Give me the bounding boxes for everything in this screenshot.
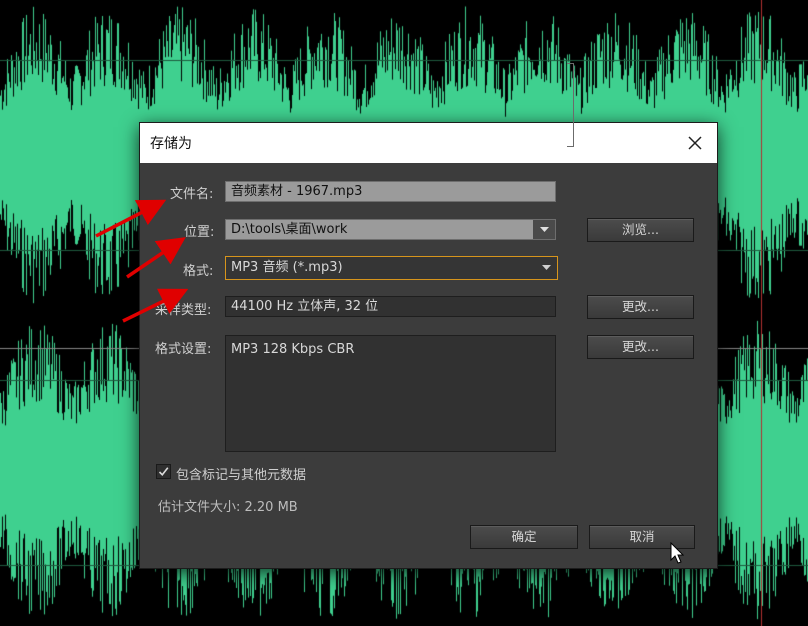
filename-label: 文件名:: [170, 187, 214, 202]
chevron-down-icon: [535, 257, 557, 279]
format-value: MP3 音频 (*.mp3): [231, 260, 343, 275]
format-settings-label: 格式设置:: [155, 342, 212, 357]
include-markers-checkbox[interactable]: [156, 464, 171, 479]
format-dropdown[interactable]: MP3 音频 (*.mp3): [225, 256, 558, 280]
field-group-bracket: [567, 63, 574, 147]
format-settings-value: MP3 128 Kbps CBR: [231, 342, 355, 357]
close-icon: [688, 136, 702, 150]
change-format-settings-button[interactable]: 更改...: [587, 335, 694, 359]
mouse-cursor-icon: [670, 542, 685, 564]
filename-input[interactable]: 音频素材 - 1967.mp3: [225, 181, 556, 202]
sample-type-label: 采样类型:: [155, 303, 212, 318]
dialog-titlebar: 存储为: [140, 123, 717, 163]
sample-type-value: 44100 Hz 立体声, 32 位: [225, 296, 556, 317]
checkmark-icon: [158, 467, 169, 477]
location-value: D:\tools\桌面\work: [231, 222, 348, 237]
format-label: 格式:: [183, 264, 214, 279]
format-settings-box: MP3 128 Kbps CBR: [225, 335, 556, 452]
location-label: 位置:: [184, 225, 215, 240]
change-sample-type-button[interactable]: 更改...: [587, 295, 694, 319]
include-markers-label: 包含标记与其他元数据: [176, 468, 307, 483]
browse-button[interactable]: 浏览...: [587, 218, 694, 242]
chevron-down-icon: [533, 220, 555, 239]
ok-button[interactable]: 确定: [470, 525, 578, 549]
dialog-title: 存储为: [150, 136, 192, 152]
close-button[interactable]: [673, 123, 717, 163]
estimated-size-text: 估计文件大小: 2.20 MB: [158, 500, 298, 515]
location-dropdown[interactable]: D:\tools\桌面\work: [225, 219, 556, 240]
